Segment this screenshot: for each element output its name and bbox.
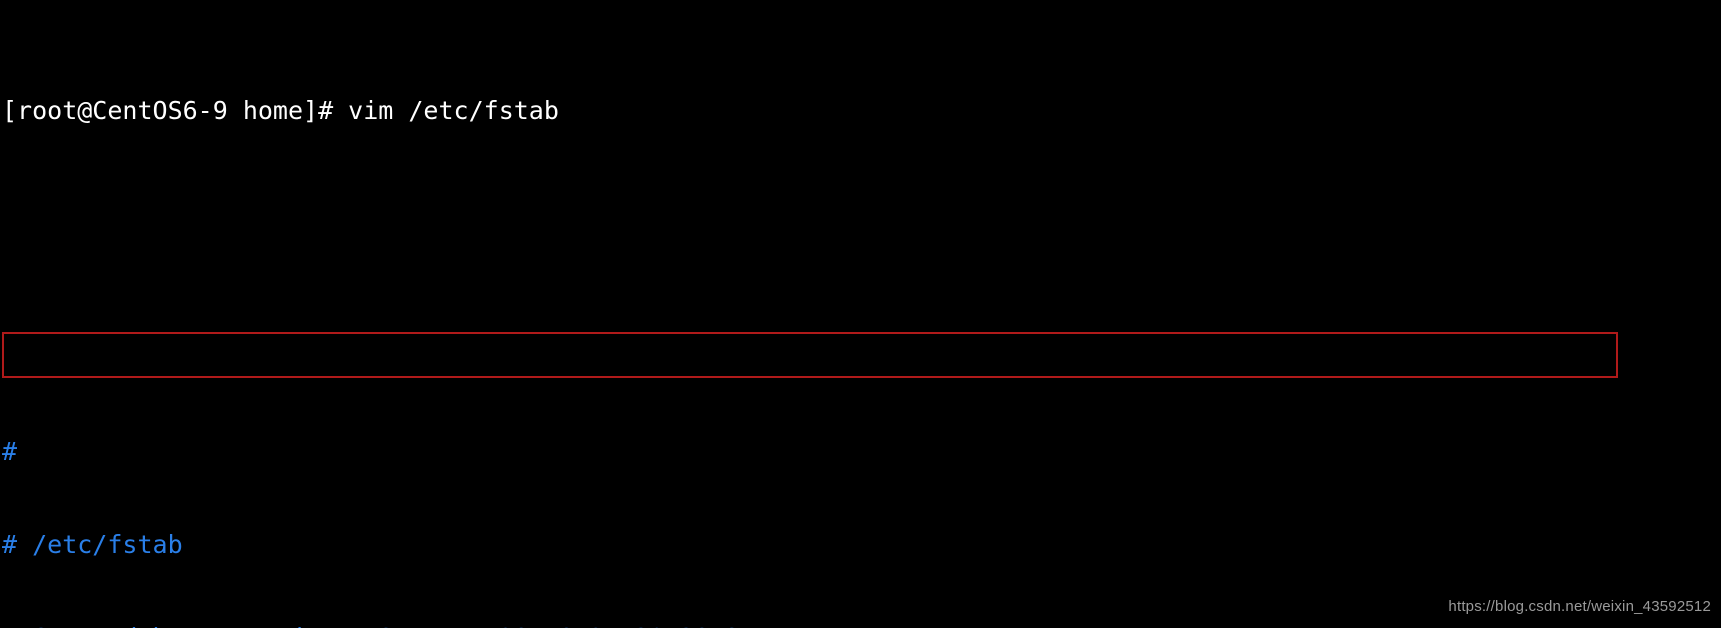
terminal-screen[interactable]: [root@CentOS6-9 home]# vim /etc/fstab # … bbox=[0, 0, 1721, 628]
shell-prompt-text: [root@CentOS6-9 home]# vim /etc/fstab bbox=[2, 96, 559, 125]
spacer-row-1 bbox=[2, 219, 1462, 250]
comment-line-3: # Created by anaconda on Sat Nov 30 10:3… bbox=[2, 622, 1462, 628]
shell-prompt-line: [root@CentOS6-9 home]# vim /etc/fstab bbox=[2, 95, 1462, 126]
comment-line-1: # bbox=[2, 436, 1462, 467]
comment-text: # bbox=[2, 437, 18, 466]
comment-line-2: # /etc/fstab bbox=[2, 529, 1462, 560]
watermark-text: https://blog.csdn.net/weixin_43592512 bbox=[1448, 598, 1711, 615]
spacer-row-2 bbox=[2, 312, 1462, 343]
comment-text: # Created by anaconda on Sat Nov 30 10:3… bbox=[2, 623, 740, 628]
comment-text: # /etc/fstab bbox=[2, 530, 183, 559]
terminal-text-area[interactable]: [root@CentOS6-9 home]# vim /etc/fstab # … bbox=[2, 2, 1462, 628]
